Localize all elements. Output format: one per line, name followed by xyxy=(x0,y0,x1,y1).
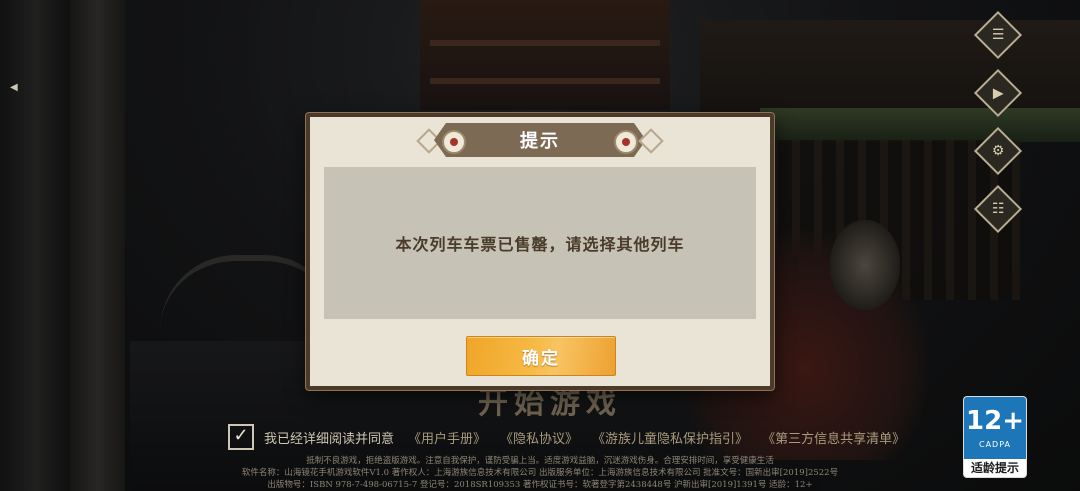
age-rating-top: 12+ CADPA xyxy=(964,397,1026,459)
child-privacy-link[interactable]: 《游族儿童隐私保护指引》 xyxy=(592,428,748,447)
agreement-checkbox[interactable]: ✓ xyxy=(228,424,254,450)
dialog-message: 本次列车车票已售罄，请选择其他列车 xyxy=(395,235,685,254)
dialog-body: 本次列车车票已售罄，请选择其他列车 xyxy=(324,167,756,319)
agreement-text: 我已经详细阅读并同意 xyxy=(264,431,395,447)
disclaimer-line: 出版物号：ISBN 978-7-498-06715-7 登记号：2018SR10… xyxy=(267,480,813,490)
account-icon[interactable]: ☷ xyxy=(973,184,1023,234)
age-rating-number: 12+ xyxy=(966,405,1024,436)
dialog-title: 提示 xyxy=(520,131,560,152)
video-icon[interactable]: ▶ xyxy=(973,68,1023,118)
age-rating-badge[interactable]: 12+ CADPA 适龄提示 xyxy=(963,396,1027,478)
third-party-sharing-link[interactable]: 《第三方信息共享清单》 xyxy=(762,428,905,447)
user-manual-link[interactable]: 《用户手册》 xyxy=(408,428,486,447)
diamond-ornament-icon xyxy=(638,128,664,154)
age-rating-org: CADPA xyxy=(978,439,1011,449)
age-rating-label: 适龄提示 xyxy=(970,461,1019,475)
privacy-policy-link[interactable]: 《隐私协议》 xyxy=(500,428,578,447)
medallion-icon xyxy=(614,130,638,154)
settings-icon[interactable]: ⚙ xyxy=(973,126,1023,176)
caret-left-icon: ◀ xyxy=(10,82,18,93)
disclaimer-line: 抵制不良游戏，拒绝盗版游戏。注意自我保护，谨防受骗上当。适度游戏益脑，沉迷游戏伤… xyxy=(306,456,774,466)
medallion-icon xyxy=(442,130,466,154)
confirm-button[interactable]: 确定 xyxy=(466,336,616,376)
disclaimer-line: 软件名称：山海镜花手机游戏软件V1.0 著作权人：上海游族信息技术有限公司 出版… xyxy=(241,468,839,478)
side-menu: ☰ ▶ ⚙ ☷ xyxy=(973,10,1023,250)
agreement-row: ✓ 我已经详细阅读并同意 《用户手册》 《隐私协议》 《游族儿童隐私保护指引》 … xyxy=(228,424,905,450)
confirm-button-label: 确定 xyxy=(522,348,560,369)
dialog-header: 提示 xyxy=(416,123,664,157)
notice-icon[interactable]: ☰ xyxy=(973,10,1023,60)
notice-dialog: 提示 本次列车车票已售罄，请选择其他列车 确定 xyxy=(306,113,774,390)
